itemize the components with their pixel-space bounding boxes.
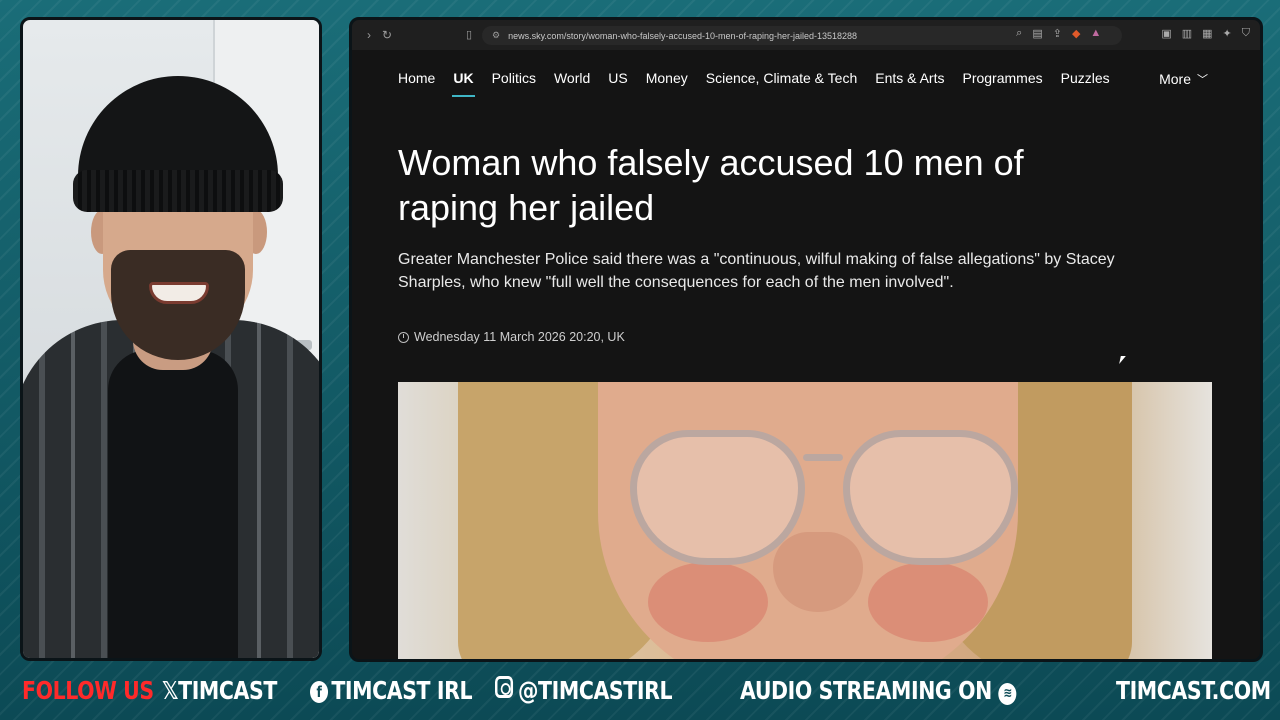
- mouse-cursor-icon: [1119, 356, 1126, 364]
- x-handle: 𝕏TIMCAST: [162, 676, 277, 705]
- spotify-icon: ≋: [998, 683, 1017, 705]
- sidebar-icon[interactable]: ▥: [1182, 27, 1192, 40]
- nav-home[interactable]: Home: [398, 70, 435, 86]
- nav-more-button[interactable]: More ﹀: [1159, 71, 1208, 88]
- wallet-icon[interactable]: ▦: [1202, 27, 1212, 40]
- photo-cheek-right: [868, 562, 988, 642]
- x-handle-text: TIMCAST: [178, 676, 277, 705]
- leo-icon[interactable]: ✦: [1223, 27, 1232, 40]
- timcast-site: TIMCAST.COM: [1116, 676, 1271, 705]
- reader-icon[interactable]: ▤: [1032, 27, 1042, 40]
- tab-icon[interactable]: ▣: [1161, 27, 1171, 40]
- nav-puzzles[interactable]: Puzzles: [1061, 70, 1110, 86]
- photo-cheek-left: [648, 562, 768, 642]
- article-photo: [398, 382, 1212, 659]
- rewards-icon[interactable]: ▲: [1090, 27, 1101, 40]
- clock-icon: [398, 331, 409, 343]
- webcam-feed: [20, 17, 322, 661]
- nav-ents-arts[interactable]: Ents & Arts: [875, 70, 944, 86]
- nav-money[interactable]: Money: [646, 70, 688, 86]
- follow-us-label: FOLLOW US: [22, 676, 154, 705]
- nav-world[interactable]: World: [554, 70, 590, 86]
- nav-politics[interactable]: Politics: [492, 70, 536, 86]
- audio-text: AUDIO STREAMING ON: [740, 676, 992, 705]
- facebook-handle: f TIMCAST IRL: [310, 676, 473, 705]
- url-text: news.sky.com/story/woman-who-falsely-acc…: [508, 30, 858, 41]
- share-icon[interactable]: ⇪: [1053, 27, 1062, 40]
- article-headline: Woman who falsely accused 10 men of rapi…: [398, 142, 1024, 228]
- chevron-down-icon: ﹀: [1197, 74, 1208, 86]
- audio-streaming: AUDIO STREAMING ON ≋: [740, 676, 1020, 705]
- photo-glasses-right: [843, 430, 1018, 565]
- more-label: More: [1159, 71, 1191, 87]
- nav-science[interactable]: Science, Climate & Tech: [706, 70, 857, 86]
- nav-programmes[interactable]: Programmes: [962, 70, 1042, 86]
- date-text: Wednesday 11 March 2026 20:20, UK: [414, 330, 625, 344]
- site-navigation: Home UK Politics World US Money Science,…: [398, 70, 1128, 97]
- photo-glasses-left: [630, 430, 805, 565]
- instagram-icon: [495, 676, 514, 698]
- shield-icon[interactable]: ◆: [1072, 27, 1080, 40]
- instagram-handle: @TIMCASTIRL: [495, 676, 673, 705]
- beanie-rim: [73, 170, 283, 212]
- smile: [149, 282, 209, 304]
- toolbar-right-icons: ⌕ ▤ ⇪ ◆ ▲ ▣ ▥ ▦ ✦ ⛉: [1016, 27, 1250, 40]
- site-info-icon[interactable]: ⚙: [492, 30, 500, 41]
- facebook-icon: f: [310, 681, 329, 703]
- article-standfirst: Greater Manchester Police said there was…: [398, 251, 1115, 291]
- browser-toolbar: › ↻ ⚙ news.sky.com/story/woman-who-false…: [352, 20, 1260, 50]
- forward-icon[interactable]: ›: [360, 28, 378, 42]
- nav-uk[interactable]: UK: [452, 70, 475, 97]
- black-tshirt: [108, 350, 238, 658]
- social-banner: FOLLOW US 𝕏TIMCAST f TIMCAST IRL @TIMCAST…: [0, 664, 1280, 720]
- browser-window: › ↻ ⚙ news.sky.com/story/woman-who-false…: [349, 17, 1263, 662]
- vpn-icon[interactable]: ⛉: [1242, 27, 1250, 40]
- bookmark-icon[interactable]: ▯: [460, 28, 478, 41]
- photo-glasses-bridge: [803, 454, 843, 461]
- reload-icon[interactable]: ↻: [378, 28, 396, 42]
- fb-handle-text: TIMCAST IRL: [331, 676, 473, 705]
- article-date: Wednesday 11 March 2026 20:20, UK: [398, 330, 625, 344]
- nav-us[interactable]: US: [608, 70, 627, 86]
- zoom-icon[interactable]: ⌕: [1016, 27, 1022, 40]
- ig-handle-text: @TIMCASTIRL: [517, 676, 673, 705]
